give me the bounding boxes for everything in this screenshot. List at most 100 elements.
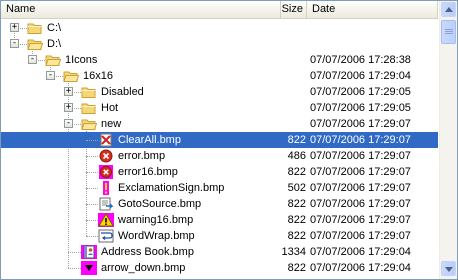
vertical-scrollbar[interactable] <box>439 1 457 279</box>
row-size: 822 <box>287 166 306 178</box>
goto-source-icon <box>98 197 114 211</box>
tree-row[interactable]: + Hot 07/07/2006 17:29:05 <box>1 100 438 116</box>
clear-all-icon <box>98 133 114 147</box>
tree-guide-line <box>86 220 98 221</box>
tree-row[interactable]: ExclamationSign.bmp 502 07/07/2006 17:29:0… <box>1 180 438 196</box>
tree-row[interactable]: ClearAll.bmp 822 07/07/2006 17:29:07 <box>1 132 438 148</box>
tree-row[interactable]: Address Book.bmp 1334 07/07/2006 17:29:04 <box>1 244 438 260</box>
row-label[interactable]: error16.bmp <box>116 164 180 180</box>
row-date: 07/07/2006 17:29:07 <box>310 214 411 226</box>
row-date: 07/07/2006 17:28:38 <box>310 54 411 66</box>
collapse-toggle[interactable]: - <box>10 39 19 48</box>
grip-line <box>445 33 453 34</box>
tree-row[interactable]: + Disabled 07/07/2006 17:29:05 <box>1 84 438 100</box>
arrow-up-icon <box>445 7 453 12</box>
row-date: 07/07/2006 17:29:07 <box>310 134 411 146</box>
address-book-icon <box>81 245 97 259</box>
row-label[interactable]: Address Book.bmp <box>99 244 196 260</box>
scroll-up-button[interactable] <box>441 2 456 17</box>
row-size: 822 <box>287 262 306 274</box>
grip-line <box>445 31 453 32</box>
row-label[interactable]: GotoSource.bmp <box>116 196 203 212</box>
tree-guide-line <box>86 140 98 141</box>
row-date: 07/07/2006 17:29:04 <box>310 70 411 82</box>
row-date: 07/07/2006 17:29:07 <box>310 118 411 130</box>
tree-guide-line <box>86 204 98 205</box>
row-label[interactable]: 1Icons <box>63 52 99 68</box>
row-label[interactable]: D:\ <box>45 36 63 52</box>
folder-icon <box>45 53 62 67</box>
exclamation-sign-icon <box>98 181 114 195</box>
tree-guide-line <box>68 252 81 253</box>
column-header-name[interactable]: Name <box>1 1 281 18</box>
row-date: 07/07/2006 17:29:07 <box>310 230 411 242</box>
tree-guide-line <box>86 188 98 189</box>
tree-row[interactable]: - 1Icons 07/07/2006 17:28:38 <box>1 52 438 68</box>
tree-row[interactable]: arrow_down.bmp 822 07/07/2006 17:29:04 <box>1 260 438 276</box>
row-size: 822 <box>287 230 306 242</box>
row-label[interactable]: warning16.bmp <box>116 212 195 228</box>
grip-line <box>445 29 453 30</box>
collapse-toggle[interactable]: - <box>46 71 55 80</box>
row-date: 07/07/2006 17:29:04 <box>310 262 411 274</box>
tree-row[interactable]: - new 07/07/2006 17:29:07 <box>1 116 438 132</box>
row-label[interactable]: ExclamationSign.bmp <box>116 180 226 196</box>
scroll-thumb[interactable] <box>441 20 456 44</box>
folder-icon <box>81 101 97 115</box>
tree-row[interactable]: - D:\ <box>1 36 438 52</box>
tree-body: + C:\ - D:\ -1Icons 07/07/2006 17:28:38-16x16… <box>1 19 438 279</box>
row-date: 07/07/2006 17:29:07 <box>310 150 411 162</box>
folder-icon <box>81 85 97 99</box>
collapse-toggle[interactable]: - <box>28 55 37 64</box>
row-label[interactable]: WordWrap.bmp <box>116 228 197 244</box>
row-size: 822 <box>287 214 306 226</box>
row-label[interactable]: 16x16 <box>81 68 115 84</box>
row-size: 822 <box>287 134 306 146</box>
folder-icon <box>63 69 80 83</box>
folder-icon <box>81 117 98 131</box>
expand-toggle[interactable]: + <box>64 103 73 112</box>
tree-guide-line <box>86 172 98 173</box>
tree-guide-line <box>86 156 98 157</box>
row-date: 07/07/2006 17:29:05 <box>310 102 411 114</box>
error-icon <box>98 149 114 163</box>
tree-row[interactable]: error16.bmp 822 07/07/2006 17:29:07 <box>1 164 438 180</box>
expand-toggle[interactable]: + <box>64 87 73 96</box>
error16-icon <box>98 165 114 179</box>
tree-row[interactable]: - 16x16 07/07/2006 17:29:04 <box>1 68 438 84</box>
row-date: 07/07/2006 17:29:07 <box>310 166 411 178</box>
row-size: 486 <box>287 150 306 162</box>
column-header-date[interactable]: Date <box>307 1 438 18</box>
tree-row[interactable]: WordWrap.bmp 822 07/07/2006 17:29:07 <box>1 228 438 244</box>
tree-row[interactable]: warning16.bmp 822 07/07/2006 17:29:07 <box>1 212 438 228</box>
scroll-down-button[interactable] <box>441 261 456 276</box>
tree-guide-line <box>68 268 81 269</box>
word-wrap-icon <box>98 229 114 243</box>
row-size: 1334 <box>281 246 306 258</box>
row-label[interactable]: Hot <box>99 100 120 116</box>
arrow-down-icon <box>81 261 97 275</box>
tree-row[interactable]: + C:\ <box>1 20 438 36</box>
tree-row[interactable]: error.bmp 486 07/07/2006 17:29:07 <box>1 148 438 164</box>
row-date: 07/07/2006 17:29:04 <box>310 246 411 258</box>
row-label[interactable]: new <box>99 116 123 132</box>
column-header-size[interactable]: Size <box>281 1 307 18</box>
folder-icon <box>27 21 43 35</box>
row-date: 07/07/2006 17:29:05 <box>310 86 411 98</box>
expand-toggle[interactable]: + <box>10 23 19 32</box>
warning-icon <box>98 213 114 227</box>
row-label[interactable]: arrow_down.bmp <box>99 260 187 276</box>
row-label[interactable]: C:\ <box>45 20 63 36</box>
collapse-toggle[interactable]: - <box>64 119 73 128</box>
row-label[interactable]: ClearAll.bmp <box>116 132 183 148</box>
tree-guide-line <box>86 236 98 237</box>
row-date: 07/07/2006 17:29:07 <box>310 198 411 210</box>
row-date: 07/07/2006 17:29:07 <box>310 182 411 194</box>
row-label[interactable]: error.bmp <box>116 148 167 164</box>
arrow-down-icon <box>445 267 453 272</box>
folder-icon <box>27 37 44 51</box>
file-tree-view: Name Size Date + C:\ - D:\ -1Icons 07/07/2006… <box>0 0 458 280</box>
row-label[interactable]: Disabled <box>99 84 146 100</box>
row-size: 502 <box>287 182 306 194</box>
tree-row[interactable]: GotoSource.bmp 822 07/07/2006 17:29:07 <box>1 196 438 212</box>
